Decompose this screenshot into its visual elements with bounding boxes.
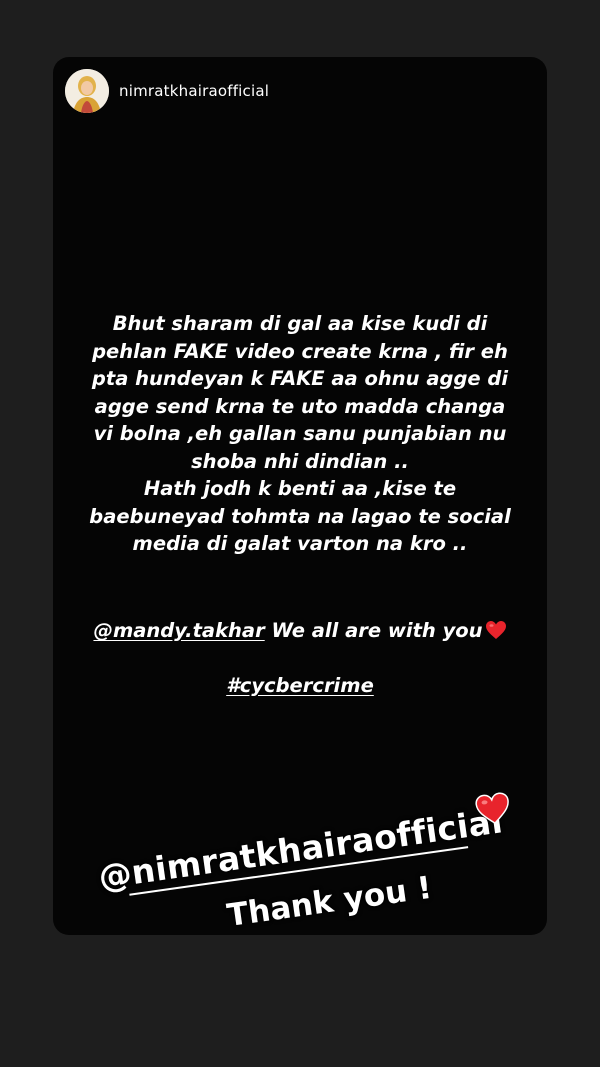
red-heart-icon [485, 620, 507, 648]
story-text-line: vi bolna ,eh gallan sanu punjabian nu [93, 422, 507, 445]
mention-line: @mandy.takhar We all are with you [53, 617, 547, 648]
hashtag-link[interactable]: #cycbercrime [226, 674, 374, 697]
avatar[interactable] [65, 69, 109, 113]
mention-suffix: We all are with you [264, 619, 483, 642]
story-text-line: pehlan FAKE video create krna , fir eh [92, 339, 508, 363]
story-screenshot: nimratkhairaofficial Bhut sharam di gal … [0, 0, 600, 1067]
story-text: Bhut sharam di gal aa kise kudi di pehla… [63, 310, 537, 558]
heart-icon [473, 790, 514, 831]
story-header: nimratkhairaofficial [65, 69, 269, 113]
story-text-line: baebuneyad tohmta na lagao te social [89, 504, 511, 528]
mention-link[interactable]: @mandy.takhar [93, 619, 264, 642]
story-text-line: shoba nhi dindian .. [191, 449, 409, 473]
story-text-line: agge send krna te uto madda changa [94, 394, 506, 418]
story-card[interactable]: nimratkhairaofficial Bhut sharam di gal … [53, 57, 547, 935]
story-text-line: Bhut sharam di gal aa kise kudi di [112, 312, 488, 335]
story-username[interactable]: nimratkhairaofficial [119, 82, 269, 100]
profile-avatar-icon [65, 69, 109, 113]
story-text-line: media di galat varton na kro .. [132, 532, 468, 555]
story-text-line: Hath jodh k benti aa ,kise te [143, 477, 457, 500]
hashtag-line: #cycbercrime [53, 672, 547, 700]
story-text-line: pta hundeyan k FAKE aa ohnu agge di [91, 367, 509, 390]
